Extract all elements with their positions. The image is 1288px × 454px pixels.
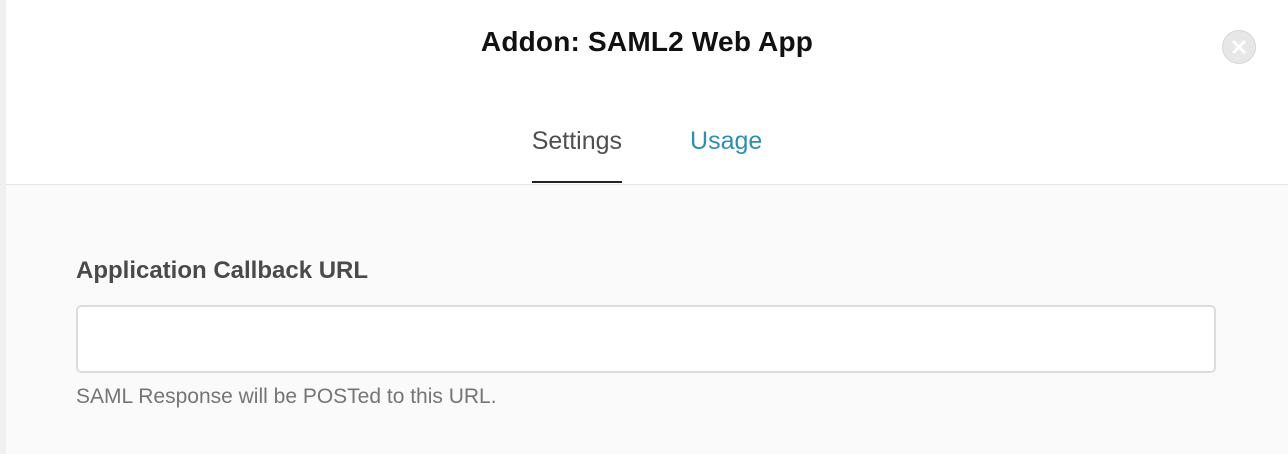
addon-modal: Addon: SAML2 Web App Settings Usage Appl… bbox=[0, 0, 1288, 454]
tab-bar: Settings Usage bbox=[6, 122, 1288, 183]
modal-header: Addon: SAML2 Web App Settings Usage bbox=[6, 0, 1288, 185]
callback-url-input[interactable] bbox=[76, 305, 1216, 373]
close-icon bbox=[1232, 40, 1246, 54]
callback-url-help: SAML Response will be POSTed to this URL… bbox=[76, 385, 497, 408]
modal-title: Addon: SAML2 Web App bbox=[480, 26, 814, 57]
tab-settings[interactable]: Settings bbox=[531, 122, 623, 183]
settings-panel: Application Callback URL SAML Response w… bbox=[6, 185, 1288, 454]
close-button[interactable] bbox=[1222, 30, 1256, 64]
tab-usage[interactable]: Usage bbox=[690, 122, 762, 183]
callback-url-label: Application Callback URL bbox=[76, 257, 369, 284]
